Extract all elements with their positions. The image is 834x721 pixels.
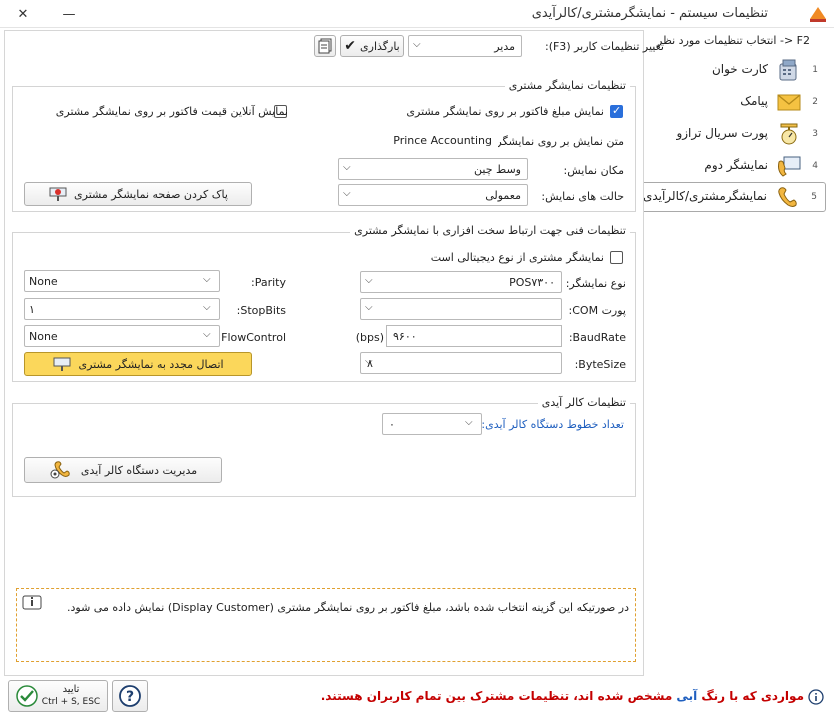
chevron-down-icon: ⌵	[343, 188, 351, 199]
chevron-down-icon: ⌵	[343, 162, 351, 173]
confirm-check-icon	[16, 685, 38, 707]
display-settings-legend: تنظیمات نمایشگر مشتری	[504, 79, 630, 92]
nav-item-scale-port[interactable]: 3 پورت سریال ترازو	[641, 120, 826, 148]
scale-icon	[780, 123, 798, 145]
confirm-button[interactable]: تایید Ctrl + S, ESC	[8, 680, 108, 712]
technical-settings-legend: تنظیمات فنی جهت ارتباط سخت افزاری با نما…	[350, 224, 630, 237]
baudrate-input[interactable]: ۹۶۰۰	[386, 325, 562, 347]
position-select[interactable]: ⌵ وسط چین	[338, 158, 528, 180]
flowcontrol-select[interactable]: ⌵ None	[24, 325, 220, 347]
manage-callerid-button[interactable]: مدیریت دستگاه کالر آیدی	[24, 457, 222, 483]
chevron-down-icon: ⌵	[203, 329, 211, 340]
card-reader-icon	[779, 59, 797, 81]
show-amount-checkbox[interactable]	[610, 104, 623, 118]
bytesize-label: ByteSize:	[574, 358, 626, 371]
bytesize-select[interactable]: ⌵ ۸	[360, 352, 562, 374]
reconnect-display-button[interactable]: اتصال مجدد به نمایشگر مشتری	[24, 352, 252, 376]
note-text: در صورتیکه این گزینه انتخاب شده باشد، مب…	[67, 601, 629, 614]
parity-select[interactable]: ⌵ None	[24, 270, 220, 292]
show-amount-label: نمایش مبلغ فاکتور بر روی نمایشگر مشتری	[406, 105, 604, 118]
chevron-down-icon: ⌵	[203, 274, 211, 285]
shared-settings-note: مواردی که با رنگ آبی مشخص شده اند، تنظیم…	[320, 689, 804, 703]
chevron-down-icon: ⌵	[365, 275, 373, 286]
phone-settings-icon	[50, 461, 70, 479]
display-type-select[interactable]: ⌵ POS۷۳۰۰	[360, 271, 562, 293]
user-settings-label: تغییر تنظیمات کاربر (F3):	[544, 40, 664, 53]
envelope-icon	[777, 94, 801, 111]
com-port-label: پورت COM:	[568, 304, 626, 317]
check-icon: ✔	[344, 38, 357, 54]
display-clear-icon	[49, 187, 67, 201]
user-select[interactable]: ⌵ مدیر	[408, 35, 522, 57]
display-mode-select[interactable]: ⌵ معمولی	[338, 184, 528, 206]
info-note-box: در صورتیکه این گزینه انتخاب شده باشد، مب…	[16, 588, 636, 662]
nav-item-second-display[interactable]: 4 نمایشگر دوم	[641, 152, 826, 180]
copy-icon	[318, 38, 332, 54]
app-logo-icon	[810, 7, 826, 22]
help-button[interactable]: ?	[112, 680, 148, 712]
copy-button[interactable]	[314, 35, 336, 57]
nav-item-customer-display[interactable]: 5 نمایشگرمشتری/کالرآیدی	[641, 182, 826, 212]
chevron-down-icon: ⌵	[413, 39, 421, 50]
minimize-button[interactable]: —	[46, 0, 92, 28]
baudrate-unit: (bps)	[355, 331, 384, 344]
nav-item-sms[interactable]: 2 پیامک	[641, 88, 826, 116]
note-icon	[22, 595, 42, 610]
chevron-down-icon: ⌵	[365, 302, 373, 313]
show-online-label: نمایش آنلاین قیمت فاکتور بر روی نمایشگر …	[55, 105, 288, 118]
callerid-settings-legend: تنظیمات کالر آیدی	[537, 396, 630, 409]
display-type-label: نوع نمایشگر:	[565, 277, 626, 290]
phone-icon	[778, 187, 797, 207]
display-text-label: متن نمایش بر روی نمایشگر:	[492, 135, 624, 148]
close-button[interactable]: ✕	[0, 0, 46, 28]
baudrate-label: BaudRate:	[568, 331, 626, 344]
window-title: تنظیمات سیستم - نمایشگرمشتری/کالرآیدی	[531, 6, 768, 21]
digital-display-checkbox[interactable]	[610, 251, 623, 264]
callerid-lines-select[interactable]: ⌵ ۰	[382, 413, 482, 435]
display-text-input[interactable]: Prince Accounting	[338, 130, 498, 152]
display-mode-label: حالت های نمایش:	[541, 190, 624, 203]
nav-title: F2 <- انتخاب تنظیمات مورد نظر	[657, 34, 810, 47]
title-bar: ✕ — تنظیمات سیستم - نمایشگرمشتری/کالرآید…	[0, 0, 834, 28]
display-connect-icon	[53, 357, 71, 371]
second-display-icon	[778, 156, 801, 177]
nav-item-card-reader[interactable]: 1 کارت خوان	[641, 56, 826, 84]
chevron-down-icon: ⌵	[465, 417, 473, 428]
svg-text:?: ?	[126, 689, 134, 705]
parity-label: Parity:	[251, 276, 286, 289]
digital-display-label: نمایشگر مشتری از نوع دیجیتالی است	[430, 251, 604, 264]
help-icon: ?	[119, 685, 141, 707]
stopbits-label: StopBits:	[236, 304, 286, 317]
position-label: مکان نمایش:	[563, 164, 624, 177]
stopbits-select[interactable]: ⌵ ۱	[24, 298, 220, 320]
clear-display-button[interactable]: پاک کردن صفحه نمایشگر مشتری	[24, 182, 252, 206]
com-port-select[interactable]: ⌵	[360, 298, 562, 320]
callerid-lines-label: تعداد خطوط دستگاه کالر آیدی:	[481, 418, 624, 431]
reload-button[interactable]: بارگذاری ✔	[340, 35, 404, 57]
chevron-down-icon: ⌵	[203, 302, 211, 313]
flowcontrol-label: FlowControl:	[217, 331, 286, 344]
info-icon	[808, 689, 824, 705]
